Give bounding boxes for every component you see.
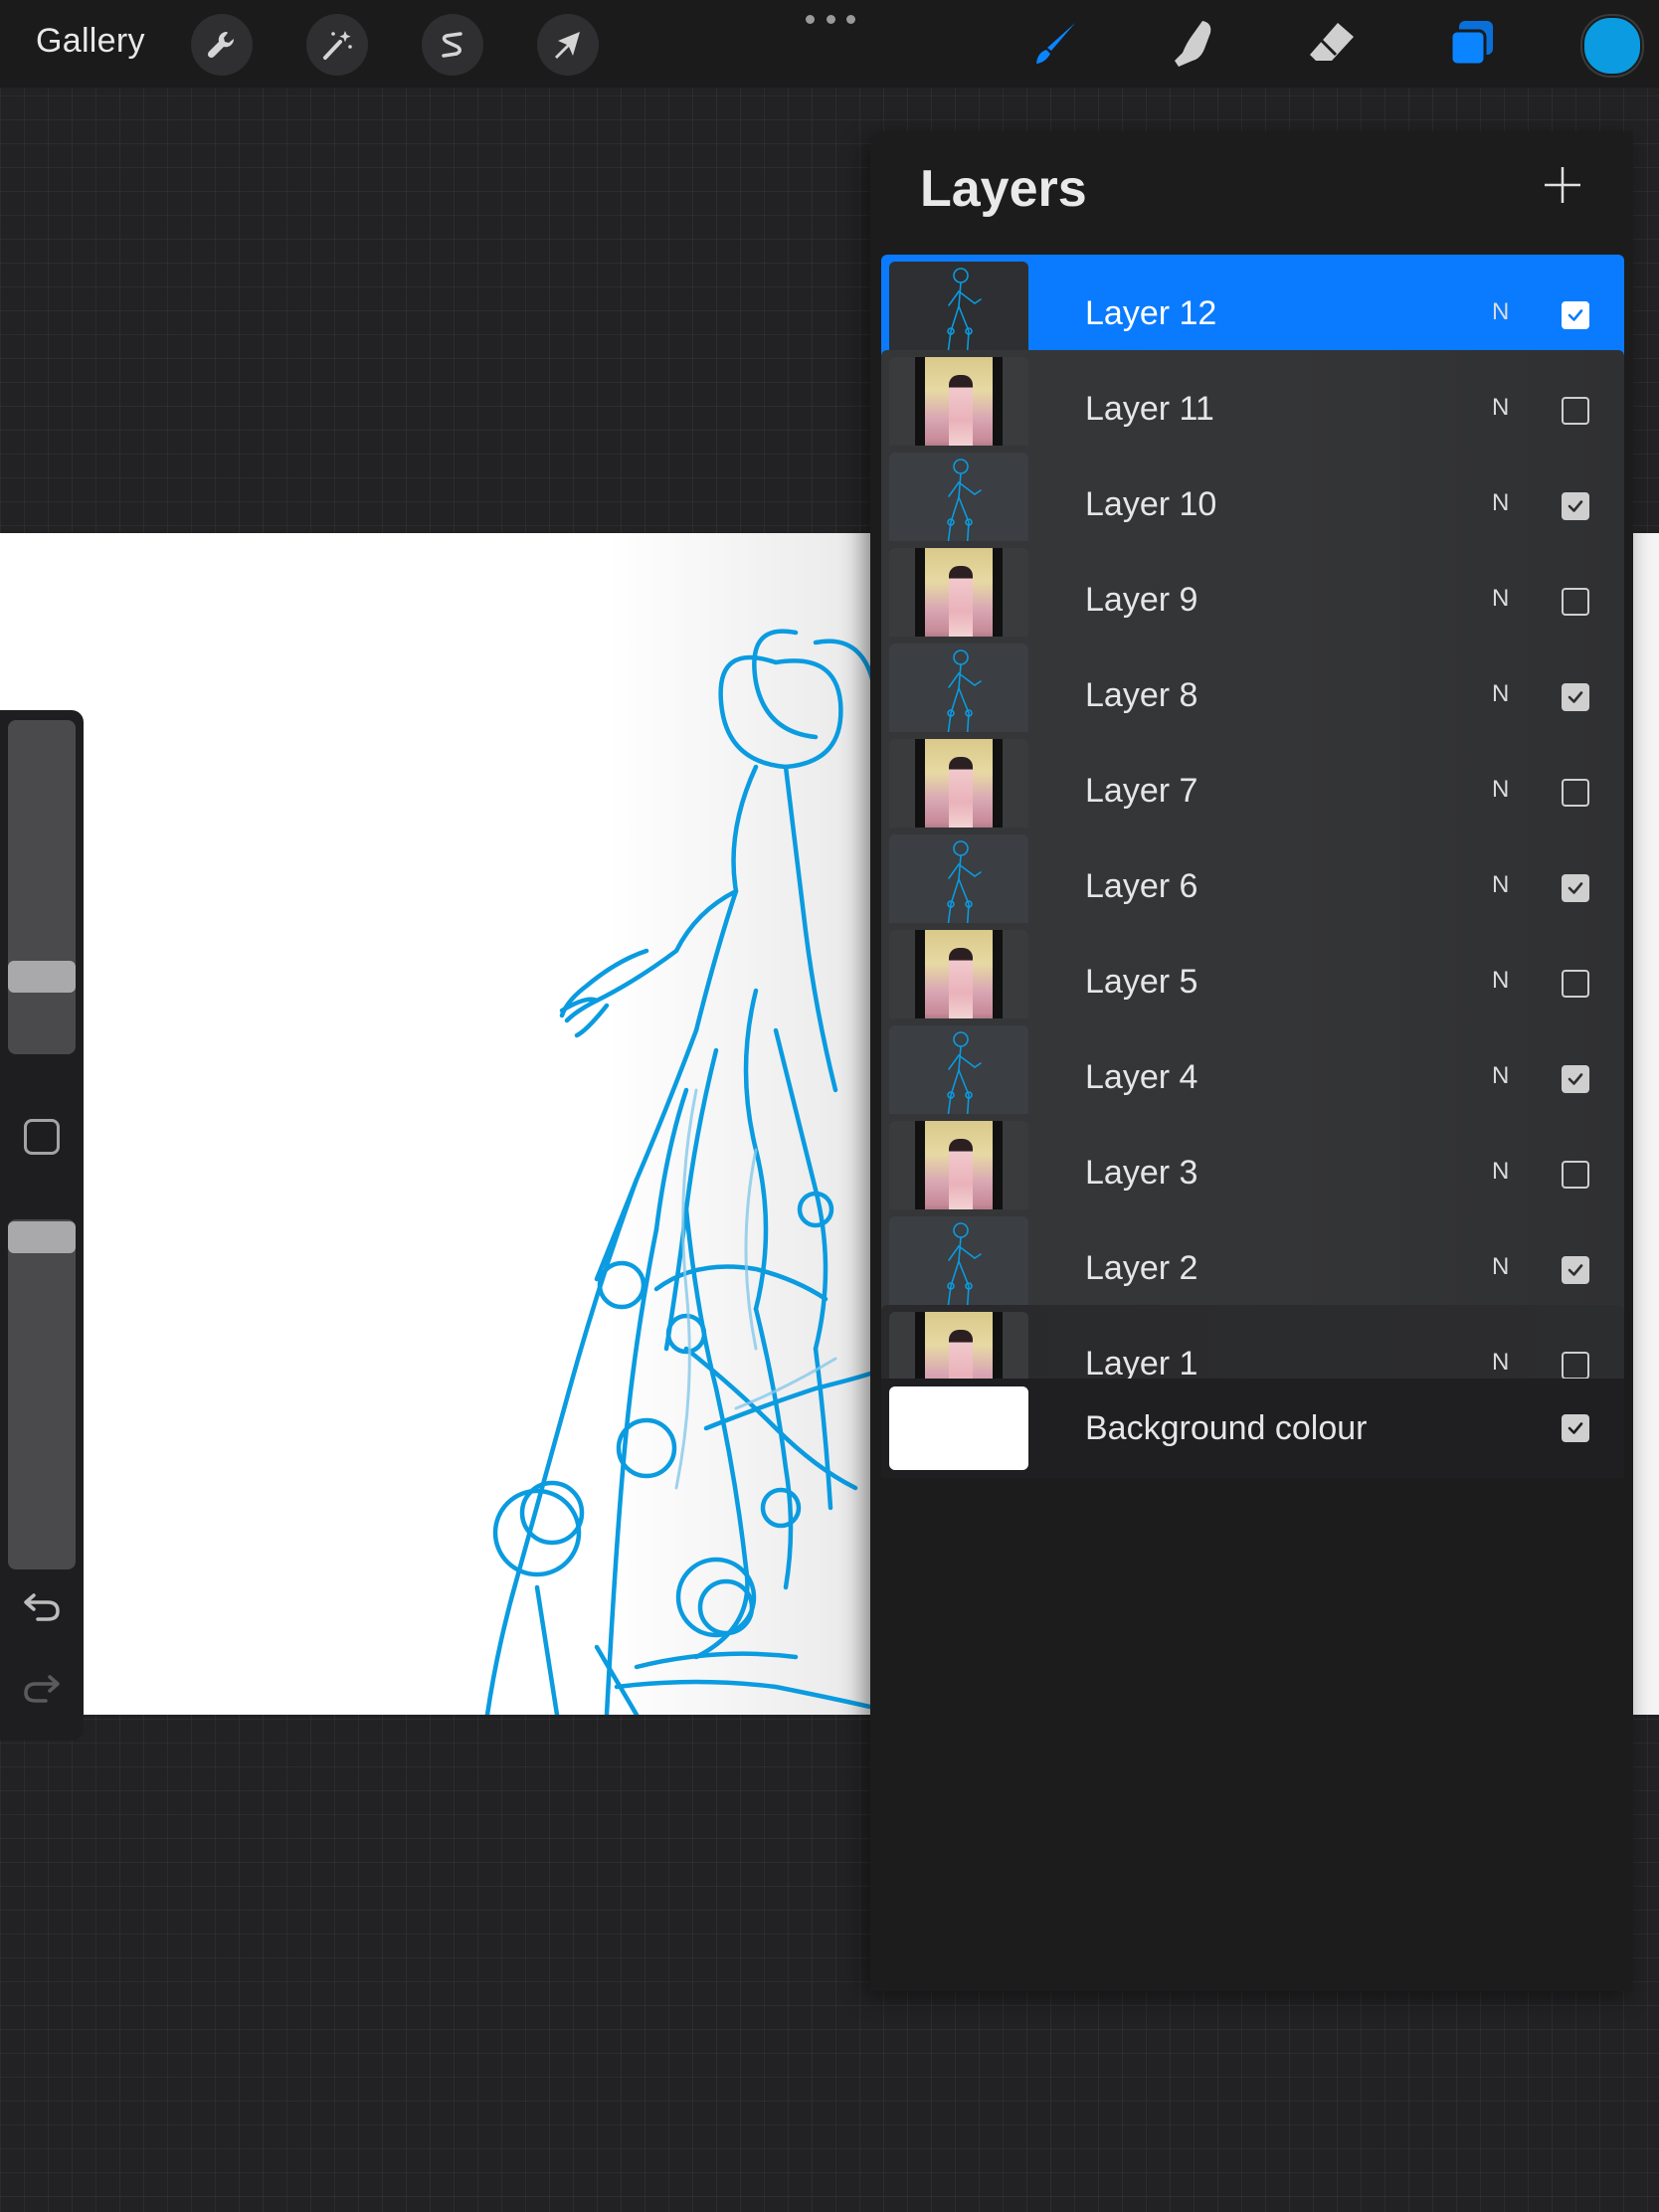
top-toolbar: Gallery — [0, 0, 1659, 88]
blend-mode-button[interactable]: N — [1492, 680, 1509, 708]
background-colour-label: Background colour — [1085, 1409, 1368, 1447]
layer-name: Layer 5 — [1085, 963, 1198, 1001]
layer-name: Layer 8 — [1085, 676, 1198, 714]
opacity-handle[interactable] — [8, 1221, 76, 1253]
gallery-button[interactable]: Gallery — [36, 22, 145, 61]
blend-mode-button[interactable]: N — [1492, 1062, 1509, 1090]
eraser-icon — [1310, 23, 1354, 61]
layer-name: Layer 12 — [1085, 294, 1217, 332]
selection-s-icon — [442, 32, 462, 58]
more-menu-icon[interactable] — [806, 12, 855, 26]
brush-size-handle[interactable] — [8, 961, 76, 993]
blend-mode-button[interactable]: N — [1492, 1349, 1509, 1377]
background-colour-row[interactable]: Background colour — [881, 1379, 1624, 1478]
selection-button[interactable] — [422, 14, 483, 76]
blend-mode-button[interactable]: N — [1492, 489, 1509, 517]
add-layer-button[interactable] — [1537, 159, 1588, 211]
layer-name: Layer 2 — [1085, 1249, 1198, 1287]
background-visibility-checkbox[interactable] — [1562, 1414, 1589, 1442]
layer-visibility-checkbox[interactable] — [1562, 1065, 1589, 1093]
layer-visibility-checkbox[interactable] — [1562, 970, 1589, 998]
smudge-finger-icon — [1175, 21, 1211, 67]
checkmark-icon — [1567, 500, 1583, 512]
layer-visibility-checkbox[interactable] — [1562, 1161, 1589, 1189]
transform-button[interactable] — [537, 14, 599, 76]
layer-visibility-checkbox[interactable] — [1562, 1352, 1589, 1380]
checkmark-icon — [1567, 882, 1583, 894]
layer-visibility-checkbox[interactable] — [1562, 588, 1589, 616]
drawing-canvas[interactable] — [0, 533, 870, 1715]
redo-icon — [24, 1675, 60, 1703]
checkmark-icon — [1567, 1264, 1583, 1276]
layer-name: Layer 7 — [1085, 772, 1198, 810]
layer-visibility-checkbox[interactable] — [1562, 683, 1589, 711]
blend-mode-button[interactable]: N — [1492, 1253, 1509, 1281]
sketch-artwork — [484, 629, 870, 1715]
checkmark-icon — [1567, 691, 1583, 703]
layer-name: Layer 4 — [1085, 1058, 1198, 1096]
magic-wand-icon — [323, 31, 352, 60]
undo-icon — [24, 1593, 60, 1621]
layer-visibility-checkbox[interactable] — [1562, 301, 1589, 329]
blend-mode-button[interactable]: N — [1492, 1158, 1509, 1186]
checkmark-icon — [1567, 309, 1583, 321]
blend-mode-button[interactable]: N — [1492, 776, 1509, 804]
smudge-button[interactable] — [1162, 12, 1225, 76]
checkmark-icon — [1567, 1073, 1583, 1085]
layers-icon — [1449, 21, 1493, 67]
layer-visibility-checkbox[interactable] — [1562, 1256, 1589, 1284]
brush-button[interactable] — [1024, 12, 1088, 76]
layer-name: Layer 11 — [1085, 390, 1214, 428]
blend-mode-button[interactable]: N — [1492, 967, 1509, 995]
blend-mode-button[interactable]: N — [1492, 394, 1509, 422]
brush-size-slider[interactable] — [8, 720, 76, 1054]
undo-button[interactable] — [20, 1585, 64, 1625]
layers-title: Layers — [920, 160, 1087, 218]
wrench-icon — [207, 31, 235, 59]
layer-name: Layer 9 — [1085, 581, 1198, 619]
background-colour-swatch[interactable] — [889, 1386, 1028, 1470]
modify-button[interactable] — [24, 1119, 60, 1155]
checkmark-icon — [1567, 1422, 1583, 1434]
layers-button[interactable] — [1440, 12, 1504, 76]
eraser-button[interactable] — [1299, 12, 1363, 76]
blend-mode-button[interactable]: N — [1492, 585, 1509, 613]
layer-name: Layer 10 — [1085, 485, 1217, 523]
blend-mode-button[interactable]: N — [1492, 298, 1509, 326]
layer-visibility-checkbox[interactable] — [1562, 492, 1589, 520]
color-picker-button[interactable] — [1582, 16, 1642, 76]
redo-button[interactable] — [20, 1667, 64, 1707]
brush-icon — [1036, 23, 1075, 64]
layer-visibility-checkbox[interactable] — [1562, 779, 1589, 807]
layer-visibility-checkbox[interactable] — [1562, 397, 1589, 425]
actions-button[interactable] — [191, 14, 253, 76]
layer-name: Layer 6 — [1085, 867, 1198, 905]
adjustments-button[interactable] — [306, 14, 368, 76]
canvas-edge — [1633, 533, 1659, 1715]
layer-visibility-checkbox[interactable] — [1562, 874, 1589, 902]
blend-mode-button[interactable]: N — [1492, 871, 1509, 899]
plus-icon — [1545, 167, 1580, 203]
arrow-cursor-icon — [555, 32, 580, 59]
layers-panel: Layers Layer 12 N Layer 11 N Layer 10 N Layer … — [870, 131, 1633, 1991]
opacity-slider[interactable] — [8, 1219, 76, 1569]
layer-name: Layer 3 — [1085, 1154, 1198, 1192]
